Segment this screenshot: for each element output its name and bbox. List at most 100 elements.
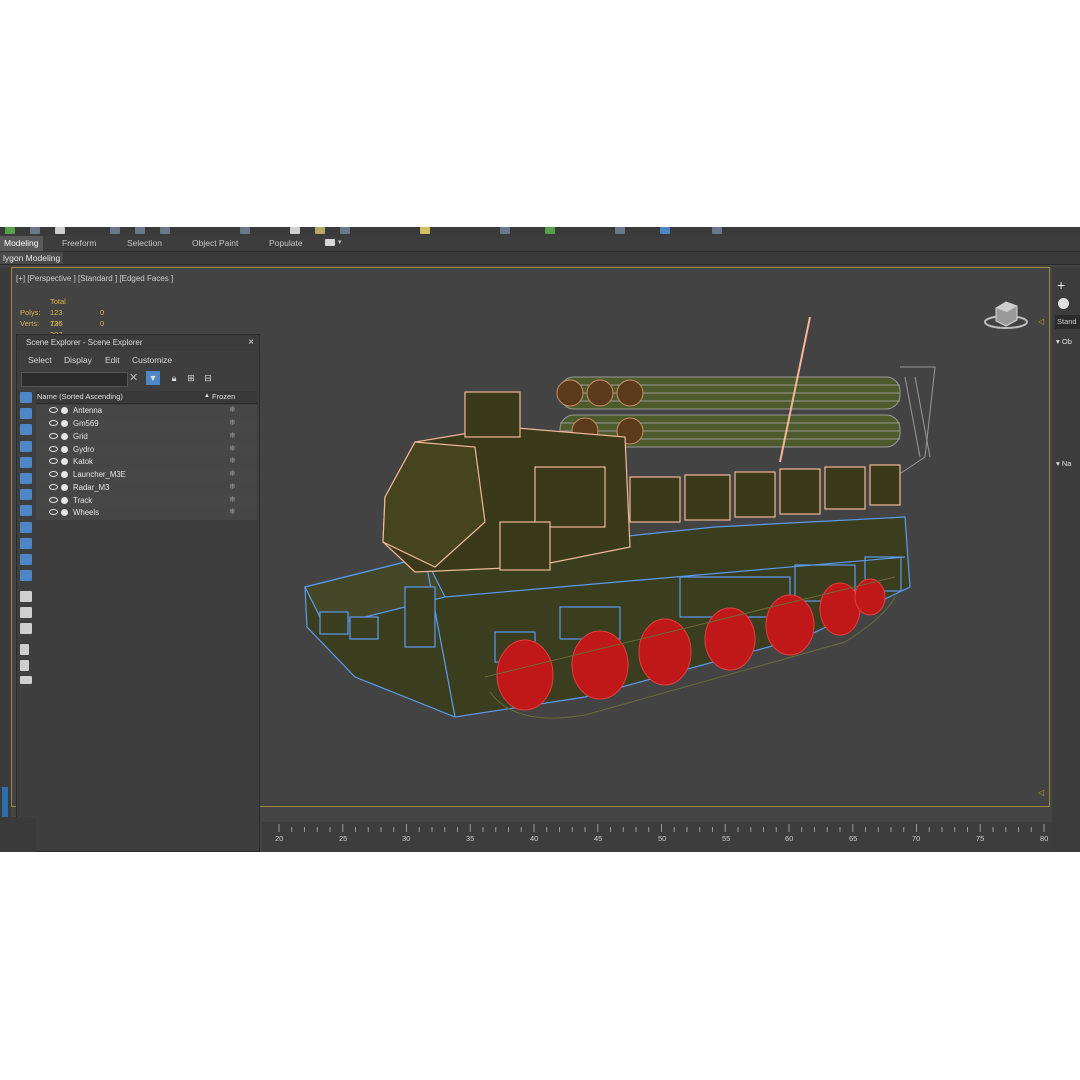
render-dot-icon[interactable] bbox=[61, 407, 68, 414]
display-cameras-icon[interactable] bbox=[20, 441, 32, 452]
filter-clear-icon[interactable] bbox=[20, 644, 29, 655]
display-invert-icon[interactable] bbox=[20, 623, 32, 634]
toolbar-icon[interactable] bbox=[660, 227, 670, 234]
eye-icon[interactable] bbox=[49, 420, 58, 426]
render-dot-icon[interactable] bbox=[61, 471, 68, 478]
viewcube-icon[interactable] bbox=[982, 296, 1030, 330]
frozen-icon[interactable]: ❄ bbox=[229, 495, 236, 504]
list-item[interactable]: Katok ❄ bbox=[36, 456, 257, 469]
list-item[interactable]: Radar_M3 ❄ bbox=[36, 482, 257, 495]
list-item[interactable]: Wheels ❄ bbox=[36, 507, 257, 520]
column-frozen[interactable]: Frozen bbox=[212, 392, 235, 401]
geometry-icon[interactable] bbox=[1058, 298, 1069, 309]
eye-icon[interactable] bbox=[49, 484, 58, 490]
display-all-icon[interactable] bbox=[20, 591, 32, 602]
list-item[interactable]: Gydro ❄ bbox=[36, 444, 257, 457]
create-tab-icon[interactable]: + bbox=[1057, 277, 1065, 293]
render-dot-icon[interactable] bbox=[61, 458, 68, 465]
filter-funnel-icon[interactable] bbox=[20, 660, 29, 671]
timeline-ruler[interactable]: 20 25 30 35 40 45 50 55 60 65 70 75 80 bbox=[262, 822, 1080, 852]
eye-icon[interactable] bbox=[49, 497, 58, 503]
toolbar-icon[interactable] bbox=[240, 227, 250, 234]
menu-select[interactable]: Select bbox=[28, 355, 52, 365]
toolbar-icon[interactable] bbox=[315, 227, 325, 234]
display-containers-icon[interactable] bbox=[20, 538, 32, 549]
frozen-icon[interactable]: ❄ bbox=[229, 405, 236, 414]
hierarchy-icon[interactable]: ⊞ bbox=[184, 371, 198, 385]
menu-display[interactable]: Display bbox=[64, 355, 92, 365]
frozen-icon[interactable]: ❄ bbox=[229, 418, 236, 427]
render-dot-icon[interactable] bbox=[61, 497, 68, 504]
display-spacewarps-icon[interactable] bbox=[20, 473, 32, 484]
viewport-label[interactable]: [+] [Perspective ] [Standard ] [Edged Fa… bbox=[16, 274, 173, 283]
filter-icon[interactable]: ▼ bbox=[146, 371, 160, 385]
toolbar-icon[interactable] bbox=[712, 227, 722, 234]
search-input[interactable] bbox=[21, 372, 128, 387]
frozen-icon[interactable]: ❄ bbox=[229, 469, 236, 478]
display-helpers-icon[interactable] bbox=[20, 457, 32, 468]
eye-icon[interactable] bbox=[49, 446, 58, 452]
display-none-icon[interactable] bbox=[20, 607, 32, 618]
frozen-icon[interactable]: ❄ bbox=[229, 444, 236, 453]
display-shapes-icon[interactable] bbox=[20, 408, 32, 419]
toolbar-icon[interactable] bbox=[55, 227, 65, 234]
toolbar-icon[interactable] bbox=[615, 227, 625, 234]
toolbar-icon[interactable] bbox=[420, 227, 430, 234]
tab-object-paint[interactable]: Object Paint bbox=[192, 236, 238, 251]
clear-search-icon[interactable]: ✕ bbox=[129, 371, 138, 384]
tab-modeling[interactable]: Modeling bbox=[0, 236, 43, 251]
scene-explorer-titlebar[interactable]: Scene Explorer - Scene Explorer × bbox=[17, 335, 259, 351]
polygon-modeling-panel[interactable]: lygon Modeling bbox=[0, 252, 64, 264]
render-dot-icon[interactable] bbox=[61, 484, 68, 491]
display-bones-icon[interactable] bbox=[20, 522, 32, 533]
toolbar-icon[interactable] bbox=[135, 227, 145, 234]
close-icon[interactable]: × bbox=[248, 337, 254, 348]
eye-icon[interactable] bbox=[49, 407, 58, 413]
chevron-down-icon[interactable]: ▾ bbox=[338, 235, 342, 250]
render-dot-icon[interactable] bbox=[61, 446, 68, 453]
display-lights-icon[interactable] bbox=[20, 424, 32, 435]
display-hidden-icon[interactable] bbox=[20, 570, 32, 581]
ribbon-options-icon[interactable] bbox=[325, 239, 335, 246]
menu-edit[interactable]: Edit bbox=[105, 355, 120, 365]
toolbar-icon[interactable] bbox=[110, 227, 120, 234]
object-type-dropdown[interactable]: Stand bbox=[1055, 315, 1080, 329]
toolbar-icon[interactable] bbox=[30, 227, 40, 234]
display-groups-icon[interactable] bbox=[20, 489, 32, 500]
render-dot-icon[interactable] bbox=[61, 509, 68, 516]
menu-customize[interactable]: Customize bbox=[132, 355, 172, 365]
tab-selection[interactable]: Selection bbox=[127, 236, 162, 251]
list-item[interactable]: Grid ❄ bbox=[36, 431, 257, 444]
display-frozen-icon[interactable] bbox=[20, 554, 32, 565]
toolbar-icon[interactable] bbox=[500, 227, 510, 234]
frozen-icon[interactable]: ❄ bbox=[229, 431, 236, 440]
layer-icon[interactable] bbox=[20, 676, 32, 684]
list-item[interactable]: Launcher_M3E ❄ bbox=[36, 469, 257, 482]
frozen-icon[interactable]: ❄ bbox=[229, 507, 236, 516]
column-name[interactable]: Name (Sorted Ascending) bbox=[37, 392, 123, 401]
eye-icon[interactable] bbox=[49, 433, 58, 439]
explorer-column-header[interactable]: Name (Sorted Ascending) ▲ Frozen bbox=[36, 391, 257, 404]
frozen-icon[interactable]: ❄ bbox=[229, 482, 236, 491]
toolbar-icon[interactable] bbox=[290, 227, 300, 234]
eye-icon[interactable] bbox=[49, 509, 58, 515]
display-xrefs-icon[interactable] bbox=[20, 505, 32, 516]
render-dot-icon[interactable] bbox=[61, 420, 68, 427]
render-dot-icon[interactable] bbox=[61, 433, 68, 440]
rollout-name-color[interactable]: ▾ Na bbox=[1056, 459, 1071, 468]
display-geometry-icon[interactable] bbox=[20, 392, 32, 403]
tab-populate[interactable]: Populate bbox=[269, 236, 303, 251]
rollout-object-type[interactable]: ▾ Ob bbox=[1056, 337, 1072, 346]
tab-freeform[interactable]: Freeform bbox=[62, 236, 96, 251]
frozen-icon[interactable]: ❄ bbox=[229, 456, 236, 465]
toolbar-icon[interactable] bbox=[545, 227, 555, 234]
toolbar-icon[interactable] bbox=[5, 227, 15, 234]
list-item[interactable]: Gm569 ❄ bbox=[36, 418, 257, 431]
eye-icon[interactable] bbox=[49, 471, 58, 477]
toolbar-icon[interactable] bbox=[160, 227, 170, 234]
list-item[interactable]: Track ❄ bbox=[36, 495, 257, 508]
eye-icon[interactable] bbox=[49, 458, 58, 464]
list-item[interactable]: Antenna ❄ bbox=[36, 405, 257, 418]
toolbar-icon[interactable] bbox=[340, 227, 350, 234]
lock-icon[interactable]: 🔒︎ bbox=[167, 371, 181, 385]
